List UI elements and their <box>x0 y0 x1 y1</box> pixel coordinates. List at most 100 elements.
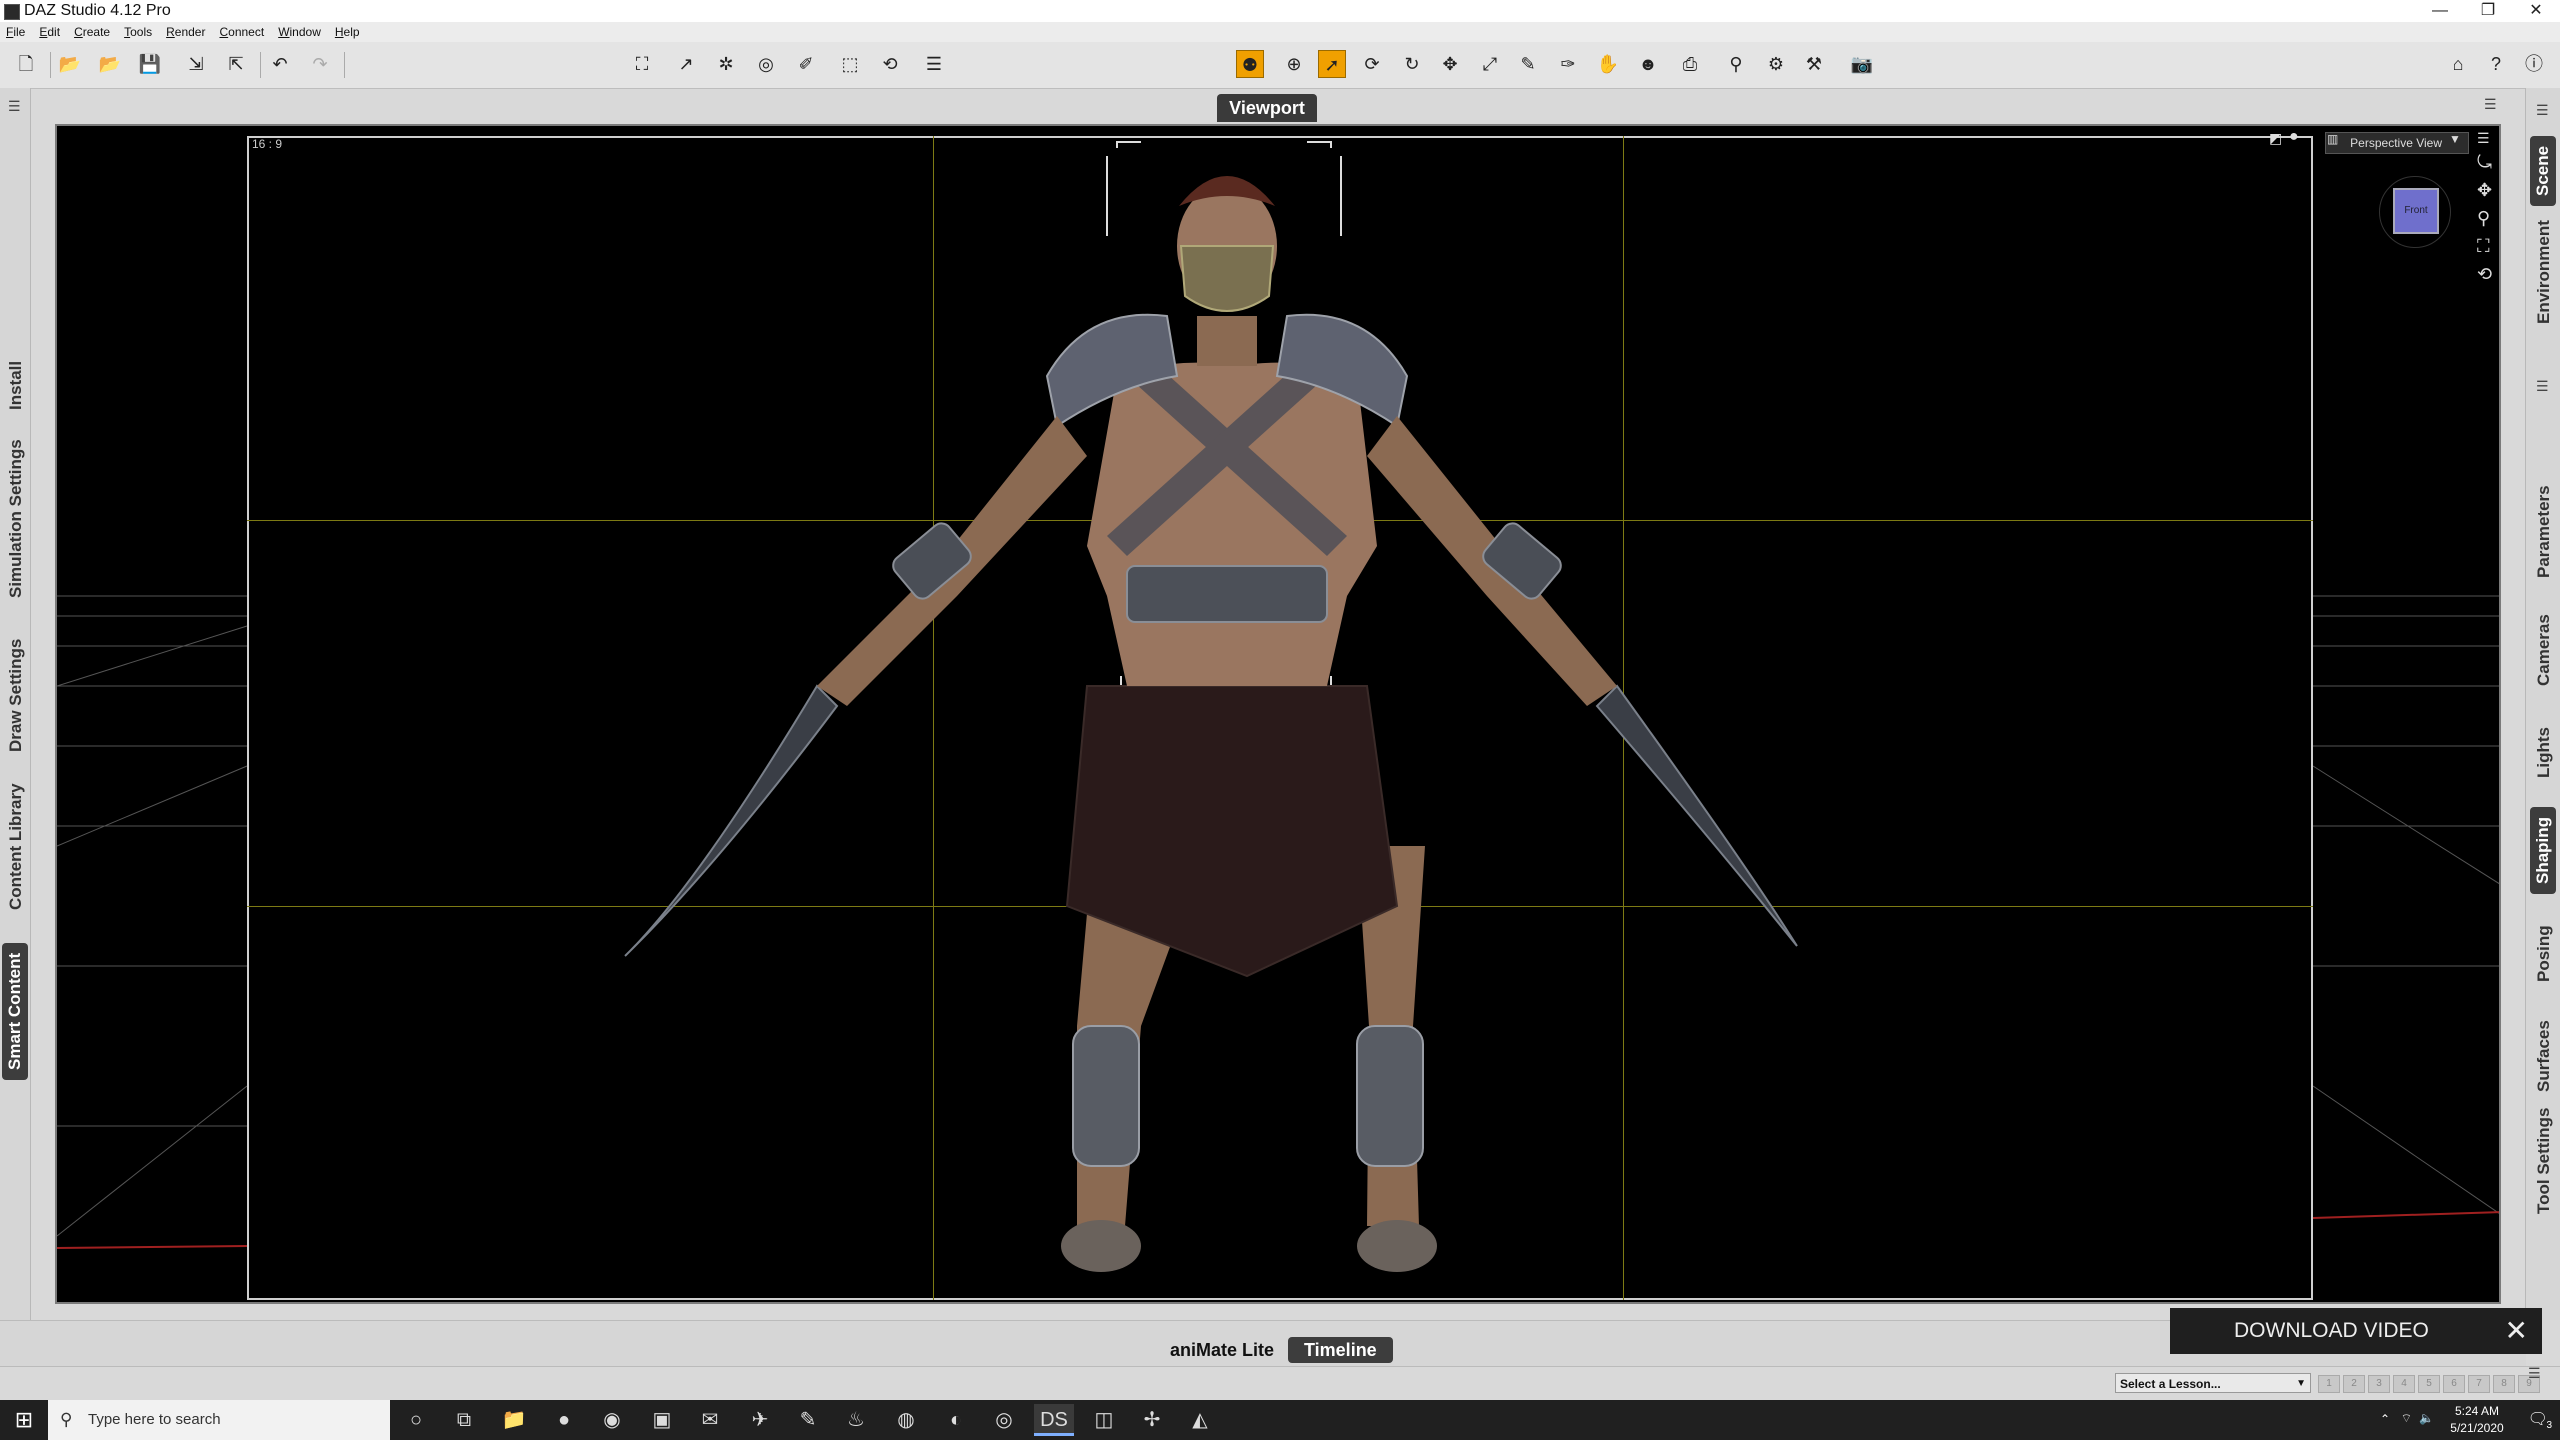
render-camera-icon[interactable]: 📷 <box>1848 50 1876 78</box>
reset-camera-icon[interactable]: ⟲ <box>2477 264 2492 285</box>
surface-editor-icon[interactable]: ✑ <box>1554 50 1582 78</box>
app-icon[interactable]: ✈ <box>740 1404 780 1436</box>
tips-icon[interactable]: ? <box>2482 50 2510 78</box>
panel-menu-icon[interactable]: ☰ <box>2536 378 2549 395</box>
close-icon[interactable]: ✕ <box>2505 1308 2528 1354</box>
tab-surfaces[interactable]: Surfaces <box>2532 1010 2556 1102</box>
menu-connect[interactable]: Connect <box>213 22 272 42</box>
joint-editor-icon[interactable]: ↗ <box>672 50 700 78</box>
help-icon[interactable]: ⓘ <box>2520 50 2548 78</box>
open-file-icon[interactable]: 📂 <box>56 50 84 78</box>
character-figure[interactable] <box>57 126 2501 1304</box>
menu-help[interactable]: Help <box>329 22 368 42</box>
lesson-step[interactable]: 8 <box>2493 1375 2515 1393</box>
home-icon[interactable]: ⌂ <box>2444 50 2472 78</box>
tab-shaping[interactable]: Shaping <box>2530 806 2556 894</box>
redo-icon[interactable]: ↷ <box>306 50 334 78</box>
tab-cameras[interactable]: Cameras <box>2532 604 2556 696</box>
app-icon[interactable]: ◍ <box>886 1404 926 1436</box>
merge-file-icon[interactable]: 📂 <box>96 50 124 78</box>
viewport-layout-icon[interactable]: ☰ <box>920 50 948 78</box>
panel-menu-icon[interactable]: ☰ <box>2528 1365 2541 1382</box>
daz-studio-taskbar-icon[interactable]: DS <box>1034 1404 1074 1436</box>
tab-parameters[interactable]: Parameters <box>2532 475 2556 588</box>
export-icon[interactable]: ⇱ <box>222 50 250 78</box>
joint-tool-icon[interactable]: ⚲ <box>1722 50 1750 78</box>
menu-create[interactable]: Create <box>68 22 118 42</box>
lesson-step[interactable]: 5 <box>2418 1375 2440 1393</box>
mail-icon[interactable]: ✉ <box>690 1404 730 1436</box>
app-icon[interactable]: ◐ <box>936 1404 976 1436</box>
render-preview-icon[interactable]: ● <box>2289 128 2299 146</box>
app-icon[interactable]: ◎ <box>984 1404 1024 1436</box>
minimize-button[interactable]: — <box>2416 0 2464 22</box>
scale-tool-icon[interactable]: ⤢ <box>1476 50 1504 78</box>
task-view-icon[interactable]: ⧉ <box>444 1404 484 1436</box>
menu-render[interactable]: Render <box>160 22 213 42</box>
camera-tool-icon[interactable]: ⎙ <box>1676 50 1704 78</box>
transform-brush-icon[interactable]: ✐ <box>792 50 820 78</box>
tab-viewport[interactable]: Viewport <box>1217 94 1317 122</box>
render-settings-icon[interactable]: ⚒ <box>1800 50 1828 78</box>
network-icon[interactable]: ⌔ <box>2401 1411 2412 1426</box>
orbit-camera-icon[interactable]: ⤿ <box>2477 152 2492 173</box>
app-icon[interactable]: ✢ <box>1132 1404 1172 1436</box>
lesson-step[interactable]: 2 <box>2343 1375 2365 1393</box>
surface-selection-icon[interactable]: ✎ <box>1514 50 1542 78</box>
app-icon[interactable]: ◫ <box>1084 1404 1124 1436</box>
lesson-step[interactable]: 3 <box>2368 1375 2390 1393</box>
panel-menu-icon[interactable]: ☰ <box>8 98 21 115</box>
view-cube[interactable]: Front <box>2393 188 2439 234</box>
undo-icon[interactable]: ↶ <box>266 50 294 78</box>
lesson-step[interactable]: 4 <box>2393 1375 2415 1393</box>
tab-posing[interactable]: Posing <box>2532 915 2556 992</box>
tab-content-library[interactable]: Content Library <box>6 783 26 910</box>
lesson-step[interactable]: 1 <box>2318 1375 2340 1393</box>
tab-environment[interactable]: Environment <box>2532 210 2556 334</box>
app-icon[interactable]: ◭ <box>1180 1404 1220 1436</box>
steam-icon[interactable]: ♨ <box>836 1404 876 1436</box>
frame-selection-icon[interactable]: ⛶ <box>2477 236 2490 257</box>
translate-tool-icon[interactable]: ✥ <box>1436 50 1464 78</box>
tab-timeline[interactable]: Timeline <box>1288 1337 1393 1363</box>
draw-style-icon[interactable]: ◩ <box>2269 130 2282 147</box>
geometry-editor-icon[interactable]: ⬚ <box>836 50 864 78</box>
file-explorer-icon[interactable]: 📁 <box>494 1404 534 1436</box>
save-icon[interactable]: 💾 <box>136 50 164 78</box>
spot-render-icon[interactable]: ✲ <box>712 50 740 78</box>
close-window-button[interactable]: ✕ <box>2512 0 2560 22</box>
clock[interactable]: 5:24 AM 5/21/2020 <box>2442 1403 2512 1437</box>
tab-animate-lite[interactable]: aniMate Lite <box>1154 1337 1290 1363</box>
notifications-icon[interactable]: 🗨 <box>2528 1409 2548 1429</box>
volume-icon[interactable]: 🔈 <box>2419 1411 2434 1425</box>
node-weight-icon[interactable]: ◎ <box>752 50 780 78</box>
universal-tool-icon[interactable]: ⊕ <box>1280 50 1308 78</box>
panel-menu-icon[interactable]: ☰ <box>2536 102 2549 119</box>
taskbar-search[interactable]: ⚲ Type here to search <box>48 1400 390 1440</box>
menu-tools[interactable]: Tools <box>118 22 160 42</box>
tab-draw-settings[interactable]: Draw Settings <box>6 639 26 752</box>
tab-tool-settings[interactable]: Tool Settings <box>2532 1098 2556 1224</box>
lesson-select[interactable]: Select a Lesson... ▼ <box>2115 1373 2311 1393</box>
windows-start-icon[interactable]: ⊞ <box>10 1406 38 1434</box>
pan-camera-icon[interactable]: ✥ <box>2477 180 2492 201</box>
active-pose-icon[interactable]: ⟳ <box>1358 50 1386 78</box>
menu-file[interactable]: File <box>0 22 33 42</box>
maximize-button[interactable]: ❐ <box>2464 0 2512 22</box>
new-scene-icon[interactable]: 🗋 <box>12 50 40 78</box>
viewport-menu-icon[interactable]: ☰ <box>2477 130 2490 147</box>
figure-select-icon[interactable]: ⚉ <box>1236 50 1264 78</box>
pose-tool-icon[interactable]: ☻ <box>1634 50 1662 78</box>
scene-tool-icon[interactable]: ⛶ <box>628 50 656 78</box>
rigging-tool-icon[interactable]: ⚙ <box>1762 50 1790 78</box>
tab-lights[interactable]: Lights <box>2532 717 2556 788</box>
tab-install[interactable]: Install <box>6 361 26 410</box>
store-icon[interactable]: ▣ <box>642 1404 682 1436</box>
powerpose-icon[interactable]: ✋ <box>1594 50 1622 78</box>
viewport-panel-menu-icon[interactable]: ☰ <box>2484 96 2497 113</box>
app-icon[interactable]: ✎ <box>788 1404 828 1436</box>
import-icon[interactable]: ⇲ <box>182 50 210 78</box>
rotate-tool-icon[interactable]: ↻ <box>1398 50 1426 78</box>
lesson-step[interactable]: 6 <box>2443 1375 2465 1393</box>
chrome-icon[interactable]: ◉ <box>592 1404 632 1436</box>
